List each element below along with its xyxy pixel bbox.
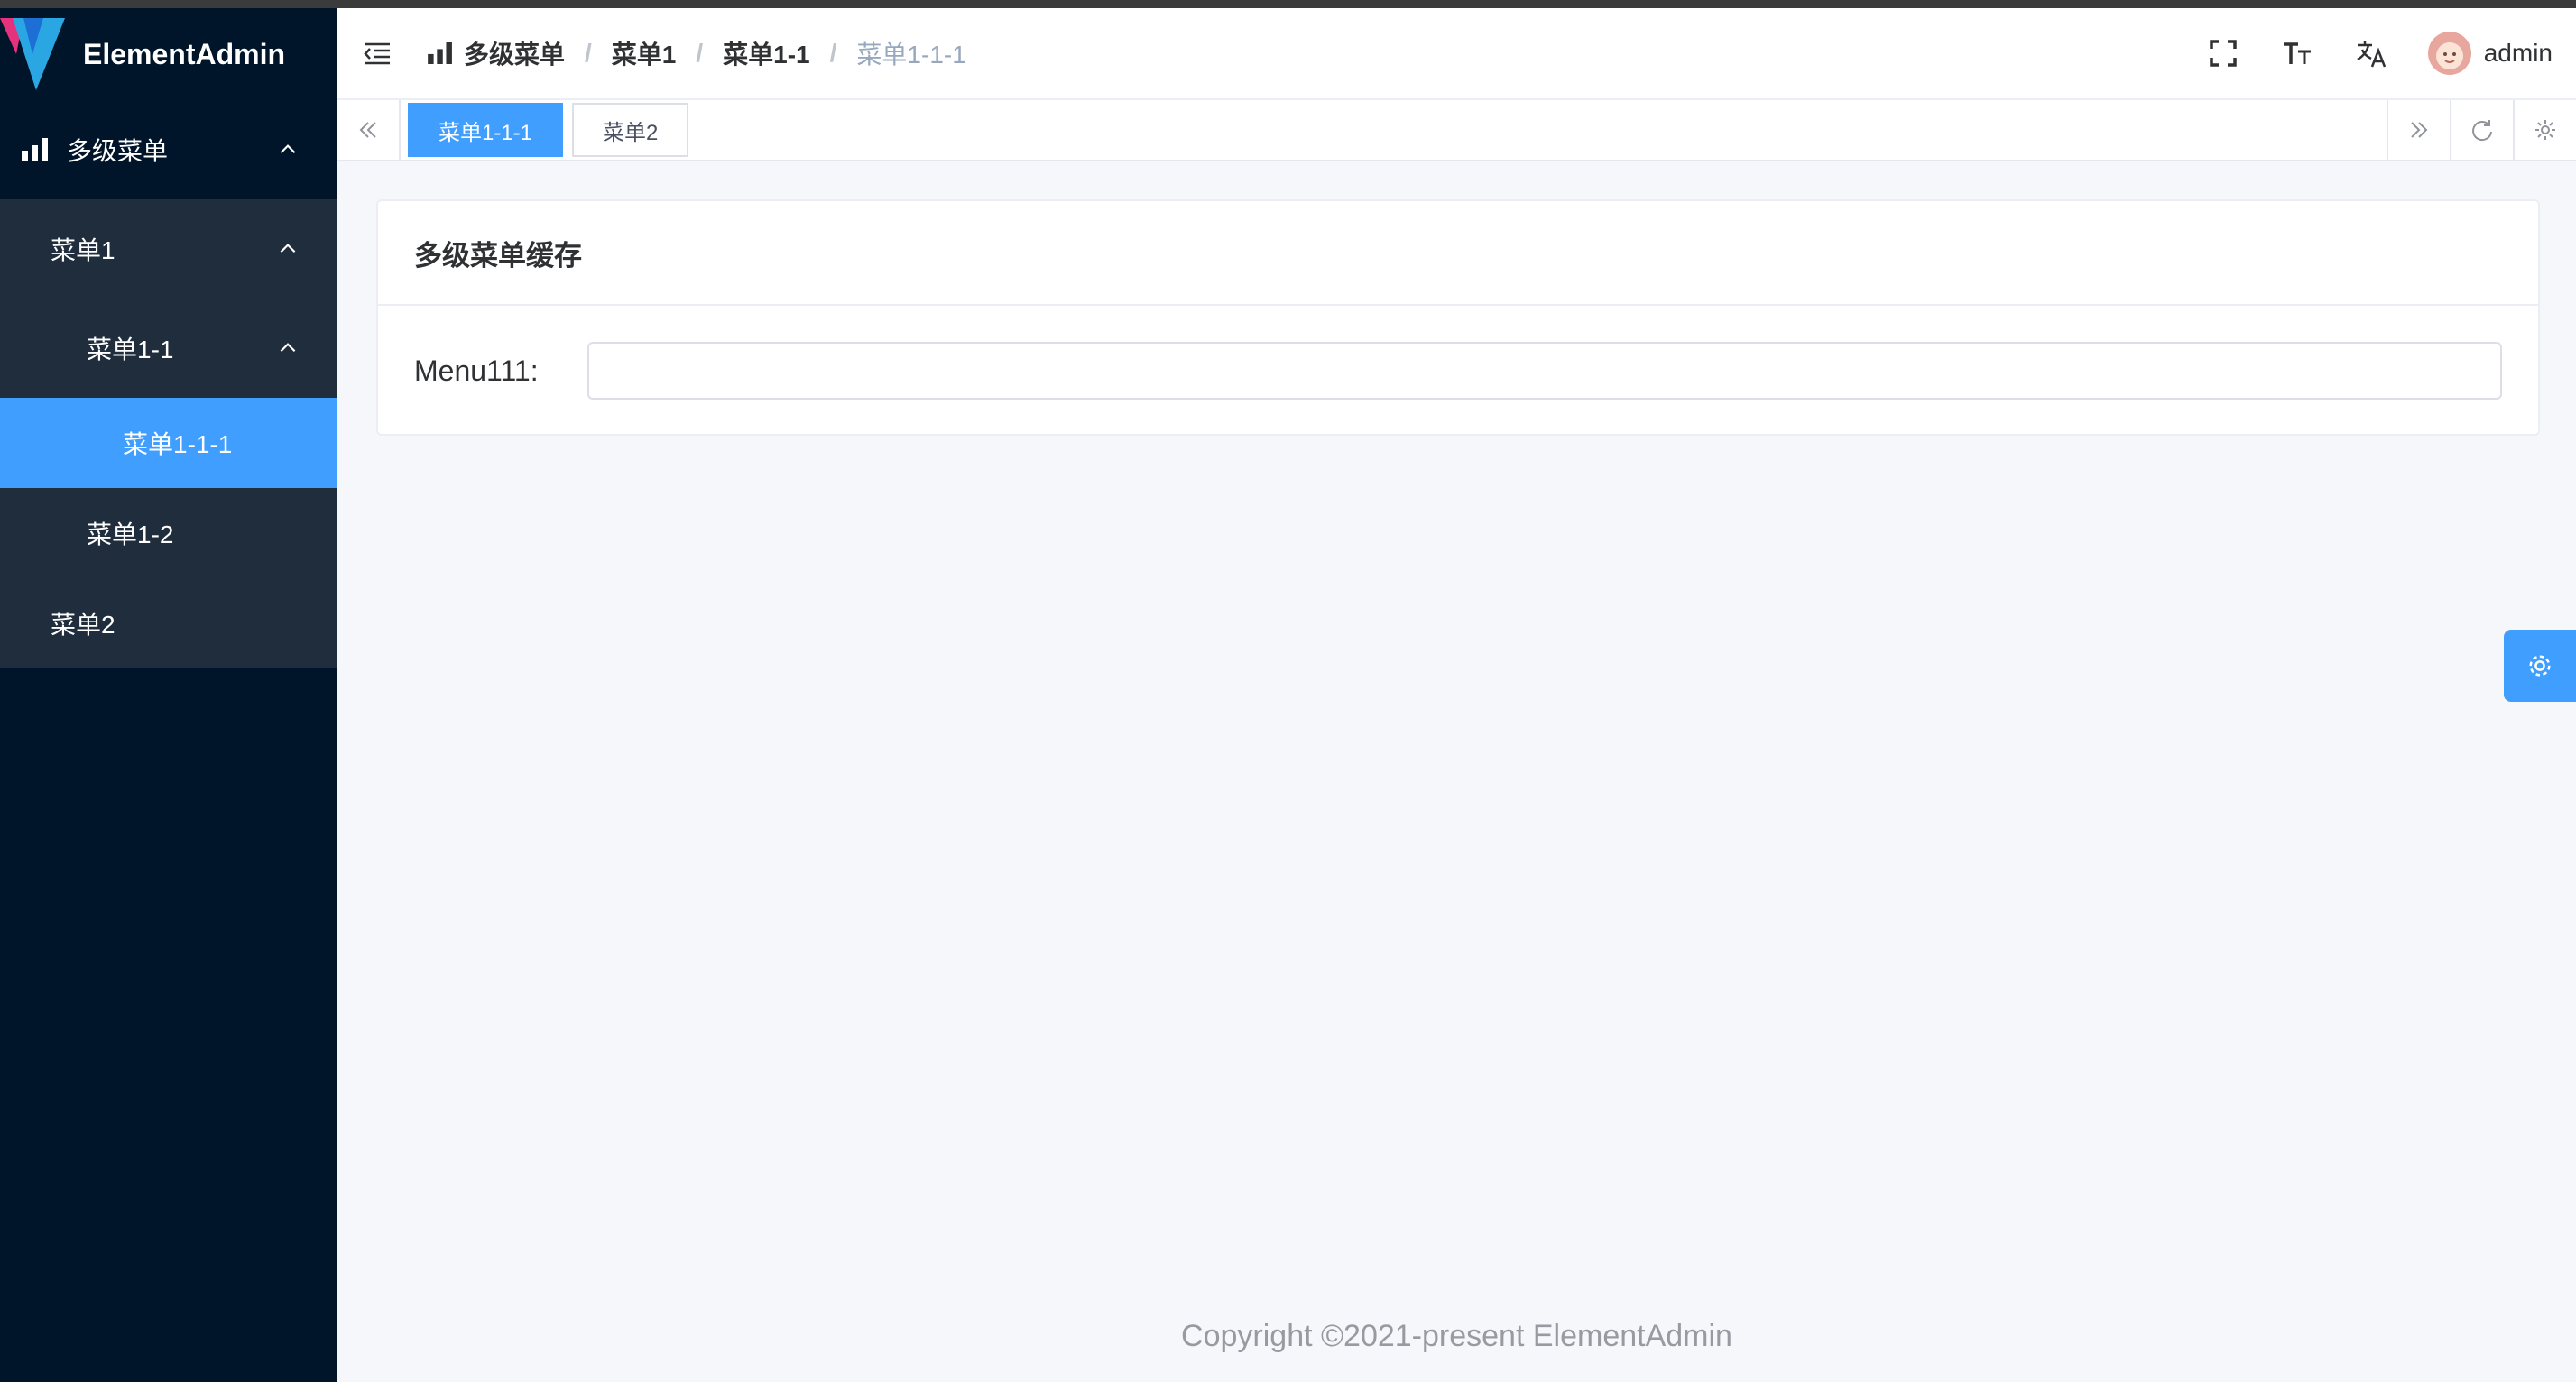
tag-item-active[interactable]: 菜单1-1-1 <box>408 103 564 157</box>
logo-icon <box>0 18 65 90</box>
user-menu[interactable]: admin <box>2427 32 2553 75</box>
double-chevron-left-icon <box>359 122 376 138</box>
bar-chart-icon <box>22 138 48 161</box>
sidebar-item-menu1[interactable]: 菜单1 <box>0 199 337 299</box>
bar-chart-icon <box>428 42 452 64</box>
chevron-up-icon <box>280 343 296 353</box>
fullscreen-icon[interactable] <box>2206 36 2240 70</box>
menu-fold-icon[interactable] <box>361 37 393 69</box>
sidebar-item-label: 菜单1-1 <box>87 336 174 364</box>
menu111-input[interactable] <box>587 342 2502 400</box>
tag-item[interactable]: 菜单2 <box>572 103 689 157</box>
breadcrumb-separator: / <box>585 39 592 67</box>
refresh-button[interactable] <box>2450 100 2513 160</box>
double-chevron-right-icon <box>2411 122 2428 138</box>
sidebar-item-label: 菜单1 <box>51 236 115 264</box>
username: admin <box>2483 39 2553 67</box>
menu111-label: Menu111: <box>414 354 539 387</box>
breadcrumb-label: 多级菜单 <box>464 41 566 69</box>
font-size-icon[interactable] <box>2280 36 2314 70</box>
chevron-up-icon <box>280 144 296 154</box>
sidebar-item-label: 菜单1-2 <box>87 521 174 548</box>
sidebar-item-label: 菜单2 <box>51 611 115 639</box>
settings-button[interactable] <box>2504 630 2576 702</box>
breadcrumb: 多级菜单 / 菜单1 / 菜单1-1 / 菜单1-1-1 <box>428 35 966 71</box>
scroll-left-button[interactable] <box>337 100 401 160</box>
sidebar-item-menu1-2[interactable]: 菜单1-2 <box>0 488 337 578</box>
tags-actions <box>2387 100 2576 160</box>
gear-icon <box>2529 655 2551 677</box>
sidebar-item-label: 多级菜单 <box>67 137 169 165</box>
tags-view: 菜单1-1-1 菜单2 <box>337 100 2576 161</box>
sidebar-item-label: 菜单1-1-1 <box>123 430 233 458</box>
footer-copyright: Copyright ©2021-present ElementAdmin <box>1181 1319 1732 1353</box>
card-title: 多级菜单缓存 <box>378 201 2538 306</box>
tags-settings-button[interactable] <box>2513 100 2576 160</box>
breadcrumb-item[interactable]: 菜单1 <box>612 35 677 71</box>
sidebar-item-menu2[interactable]: 菜单2 <box>0 578 337 668</box>
avatar <box>2427 32 2471 75</box>
sidebar-item-menu1-1-1[interactable]: 菜单1-1-1 <box>0 398 337 488</box>
refresh-icon <box>2472 120 2492 142</box>
sidebar-item-multilevel[interactable]: 多级菜单 <box>0 100 337 199</box>
breadcrumb-item[interactable]: 多级菜单 <box>428 35 565 71</box>
breadcrumb-current: 菜单1-1-1 <box>856 41 966 69</box>
header-actions: admin <box>2206 32 2553 75</box>
translate-icon[interactable] <box>2354 36 2388 70</box>
window-top-border <box>0 0 2576 8</box>
cache-card: 多级菜单缓存 Menu111: <box>376 199 2540 436</box>
navbar: 多级菜单 / 菜单1 / 菜单1-1 / 菜单1-1-1 admin <box>337 8 2576 100</box>
tags-list: 菜单1-1-1 菜单2 <box>408 103 689 157</box>
breadcrumb-item[interactable]: 菜单1-1 <box>723 35 809 71</box>
gear-icon <box>2535 120 2555 140</box>
app-name: ElementAdmin <box>83 37 286 70</box>
submenu: 菜单1 菜单1-1 菜单1-1-1 菜单1-2 菜单2 <box>0 199 337 668</box>
sidebar-item-menu1-1[interactable]: 菜单1-1 <box>0 299 337 398</box>
breadcrumb-separator: / <box>696 39 704 67</box>
form-row: Menu111: <box>378 306 2538 436</box>
breadcrumb-separator: / <box>829 39 837 67</box>
chevron-up-icon <box>280 244 296 253</box>
sidebar: ElementAdmin 多级菜单 菜单1 菜单1-1 菜单1-1-1 菜单1-… <box>0 8 337 1382</box>
logo[interactable]: ElementAdmin <box>0 8 337 100</box>
scroll-right-button[interactable] <box>2387 100 2450 160</box>
